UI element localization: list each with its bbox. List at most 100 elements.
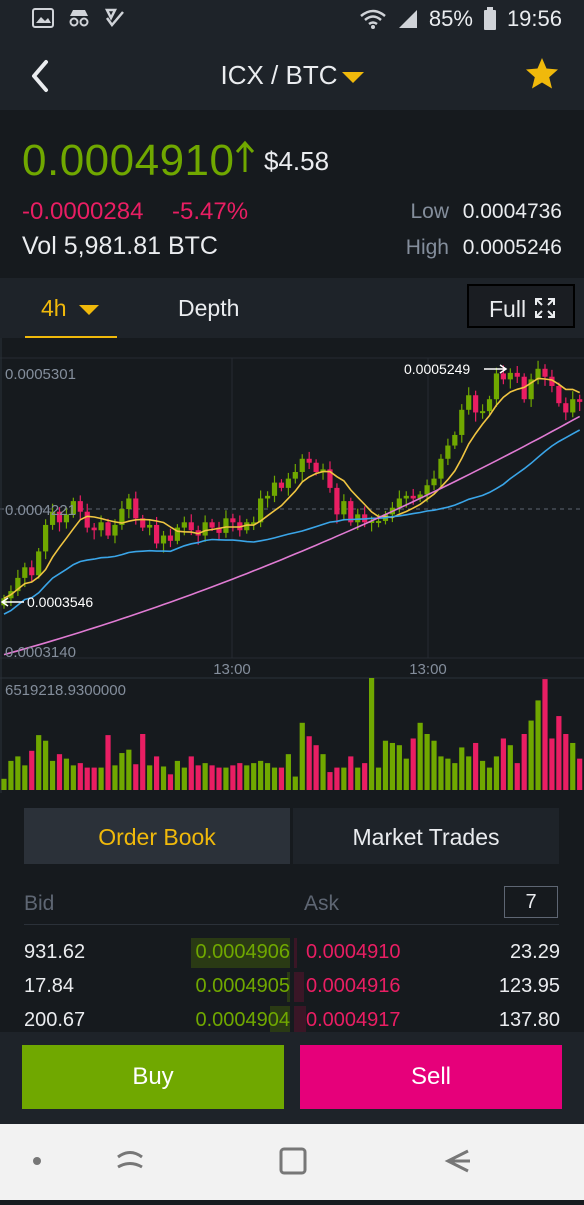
volume-bar bbox=[355, 767, 361, 790]
candle bbox=[556, 385, 562, 404]
candle bbox=[410, 495, 416, 499]
candle bbox=[452, 434, 458, 446]
ask-quantity: 123.95 bbox=[498, 975, 560, 997]
candle bbox=[479, 411, 486, 414]
candle bbox=[22, 567, 28, 578]
candle bbox=[563, 403, 569, 413]
candle bbox=[493, 373, 500, 400]
volume-bar bbox=[202, 763, 208, 790]
volume-bar bbox=[424, 734, 430, 790]
ask-quantity: 23.29 bbox=[509, 941, 560, 963]
orderbook-row[interactable]: 17.84 0.0004905 0.0004916 123.95 bbox=[0, 970, 584, 1004]
home-icon[interactable] bbox=[279, 1147, 307, 1175]
volume-bar bbox=[29, 750, 35, 790]
candle bbox=[445, 445, 451, 459]
candle bbox=[181, 522, 187, 528]
dot-icon[interactable] bbox=[33, 1157, 41, 1165]
candle bbox=[334, 487, 340, 515]
candle bbox=[459, 409, 465, 435]
candle bbox=[424, 485, 430, 495]
candle bbox=[29, 567, 35, 576]
volume-bar bbox=[417, 722, 423, 790]
candle bbox=[153, 524, 160, 544]
candle bbox=[313, 462, 319, 473]
volume-bar bbox=[63, 758, 70, 790]
volume-bar bbox=[77, 763, 83, 790]
tab-depth[interactable]: Depth bbox=[178, 295, 239, 322]
recents-icon[interactable] bbox=[117, 1151, 143, 1169]
volume-bar bbox=[382, 740, 389, 790]
price-label-top: 0.0005301 bbox=[5, 366, 76, 383]
candle bbox=[292, 472, 298, 479]
app-check-icon bbox=[104, 8, 124, 28]
high-label: High bbox=[405, 236, 449, 259]
tab-interval[interactable]: 4h bbox=[25, 278, 117, 339]
volume-bar bbox=[264, 763, 271, 790]
status-bar: 85% 19:56 bbox=[0, 0, 584, 40]
bid-price: 0.0004904 bbox=[195, 1009, 290, 1031]
volume-bar bbox=[348, 756, 354, 790]
volume-bar bbox=[105, 735, 111, 790]
tab-order-book[interactable]: Order Book bbox=[24, 808, 290, 864]
volume-bar bbox=[147, 765, 153, 790]
depth-selector[interactable]: 7 bbox=[504, 886, 558, 918]
volume-bar bbox=[15, 756, 21, 790]
interval-label: 4h bbox=[41, 295, 67, 321]
volume-bar bbox=[133, 764, 139, 790]
volume-bar bbox=[334, 767, 340, 790]
volume-bar bbox=[556, 716, 562, 790]
system-nav-bar bbox=[0, 1124, 584, 1200]
volume-bar bbox=[362, 763, 368, 790]
candle bbox=[438, 458, 444, 479]
candle bbox=[542, 368, 548, 377]
fullscreen-button[interactable]: Full bbox=[467, 284, 575, 328]
back-nav-icon[interactable] bbox=[444, 1149, 470, 1173]
candle bbox=[147, 524, 153, 528]
volume-bar bbox=[479, 760, 486, 790]
volume-bar bbox=[278, 767, 285, 790]
volume-bar bbox=[49, 760, 56, 790]
clock: 19:56 bbox=[506, 6, 562, 31]
candle bbox=[126, 498, 132, 510]
candle bbox=[271, 482, 278, 496]
candlestick-chart[interactable]: 0.0005301 0.0004221 0.0003140 0.0005249 … bbox=[0, 338, 584, 798]
volume-bar bbox=[251, 763, 257, 790]
volume-bar bbox=[320, 754, 326, 790]
volume-bar bbox=[126, 749, 132, 790]
candle bbox=[209, 522, 215, 528]
ask-header: Ask bbox=[304, 892, 340, 915]
candle bbox=[264, 495, 271, 499]
volume-bar bbox=[292, 776, 298, 790]
candle bbox=[160, 535, 167, 544]
volume-bar bbox=[91, 767, 97, 790]
volume-bar bbox=[410, 738, 416, 790]
candle bbox=[112, 524, 118, 536]
price-label-bottom: 0.0003140 bbox=[5, 644, 76, 661]
volume-bar bbox=[209, 765, 215, 790]
volume-bar bbox=[521, 734, 527, 790]
star-icon[interactable] bbox=[524, 56, 560, 92]
incognito-icon bbox=[69, 10, 89, 27]
volume-bar bbox=[258, 760, 264, 790]
volume-bar bbox=[563, 734, 569, 790]
pair-title: ICX / BTC bbox=[220, 60, 338, 90]
volume-bar bbox=[466, 756, 472, 790]
volume-bar bbox=[507, 745, 513, 790]
volume-bar bbox=[549, 738, 555, 790]
ask-price: 0.0004917 bbox=[306, 1009, 401, 1031]
sell-label: Sell bbox=[410, 1063, 452, 1090]
pair-selector[interactable]: ICX / BTC bbox=[0, 60, 584, 91]
sell-button[interactable]: Sell bbox=[300, 1045, 562, 1109]
header: ICX / BTC bbox=[0, 40, 584, 110]
ask-depth-bar bbox=[294, 938, 297, 968]
candle bbox=[299, 458, 305, 473]
volume-bar bbox=[459, 747, 465, 790]
tab-market-trades[interactable]: Market Trades bbox=[293, 808, 559, 864]
volume-max-label: 6519218.9300000 bbox=[5, 682, 126, 699]
volume-bar bbox=[70, 765, 76, 790]
candle bbox=[91, 527, 97, 531]
low-value: 0.0004736 bbox=[462, 200, 562, 223]
buy-button[interactable]: Buy bbox=[22, 1045, 284, 1109]
time-label-1: 13:00 bbox=[213, 661, 251, 678]
orderbook-row[interactable]: 931.62 0.0004906 0.0004910 23.29 bbox=[0, 936, 584, 970]
